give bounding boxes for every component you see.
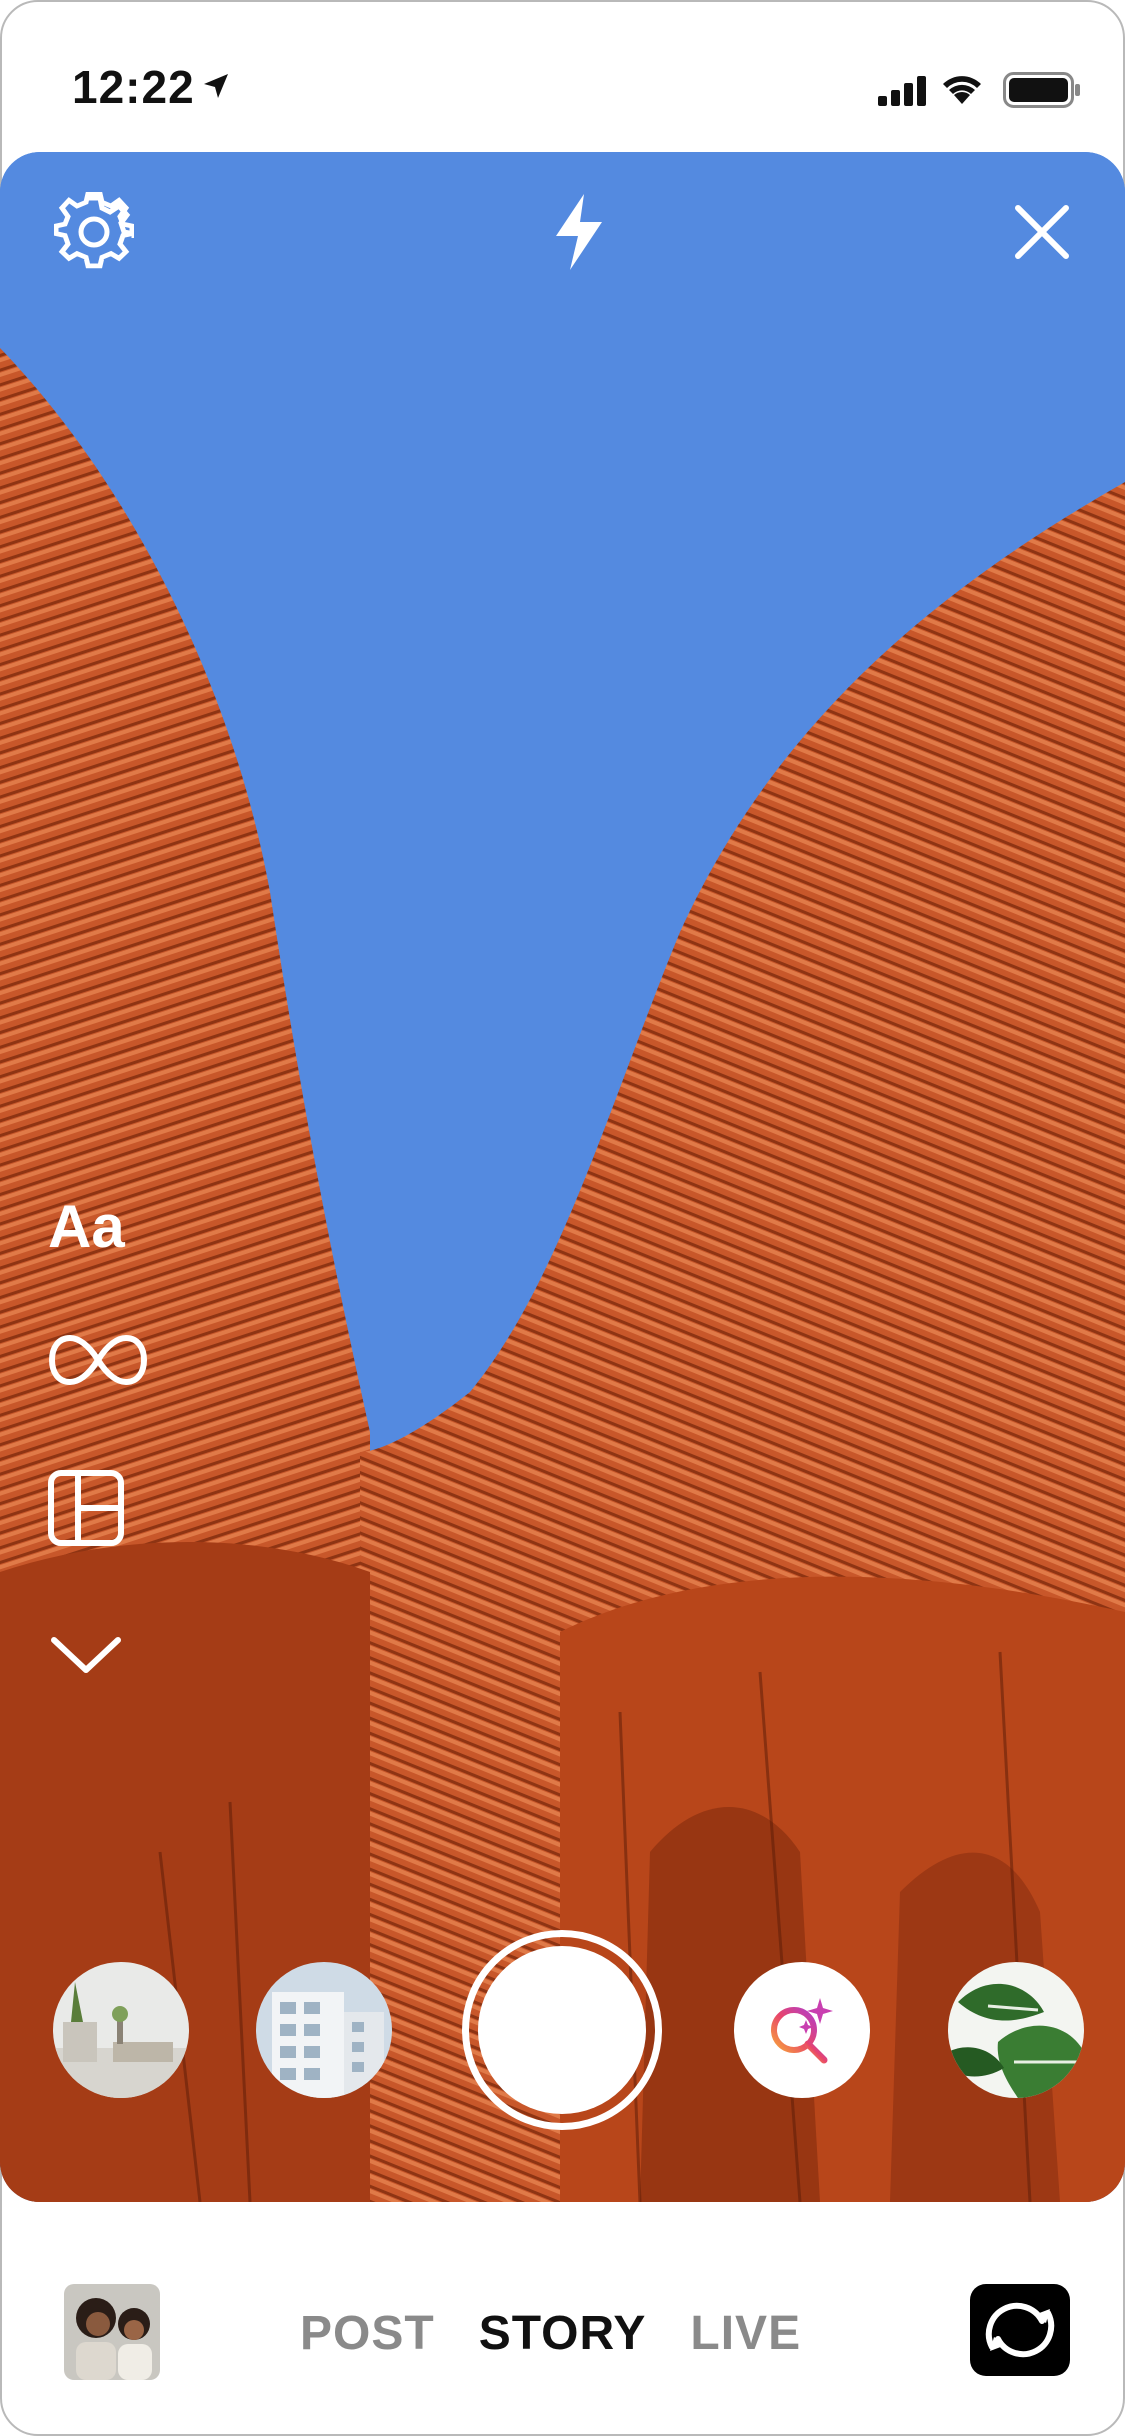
bottom-bar: POST STORY LIVE	[0, 2202, 1125, 2436]
shutter-button[interactable]	[478, 1946, 646, 2114]
flip-camera-icon	[985, 2302, 1055, 2358]
gallery-thumbnail[interactable]	[64, 2284, 160, 2380]
camera-photo-architecture	[0, 152, 1125, 2202]
status-time: 12:22	[72, 61, 195, 113]
status-bar: 12:22	[0, 0, 1125, 150]
layout-grid-icon[interactable]	[48, 1470, 124, 1546]
capture-mode-selector: POST STORY LIVE	[300, 2306, 801, 2361]
close-icon[interactable]	[1012, 202, 1072, 262]
battery-icon	[1003, 72, 1080, 108]
mode-live[interactable]: LIVE	[690, 2306, 801, 2361]
text-tool[interactable]: Aa	[48, 1192, 125, 1261]
gallery-thumb-plant[interactable]	[948, 1962, 1084, 2098]
search-effects-button[interactable]	[734, 1962, 870, 2098]
gear-icon[interactable]	[54, 192, 134, 272]
wifi-icon	[943, 76, 981, 104]
gallery-thumb-livingroom[interactable]	[53, 1962, 189, 2098]
mode-post[interactable]: POST	[300, 2306, 435, 2361]
flash-icon[interactable]	[550, 192, 610, 272]
gallery-thumb-building[interactable]	[256, 1962, 392, 2098]
location-arrow-icon	[204, 74, 228, 98]
flip-camera-button[interactable]	[970, 2284, 1070, 2376]
camera-preview[interactable]: Aa	[0, 152, 1125, 2202]
cellular-signal-icon	[878, 76, 926, 106]
mode-story[interactable]: STORY	[479, 2306, 647, 2361]
search-effects-icon	[771, 1998, 833, 2064]
chevron-down-icon[interactable]	[48, 1632, 124, 1676]
boomerang-infinity-icon[interactable]	[48, 1332, 148, 1388]
